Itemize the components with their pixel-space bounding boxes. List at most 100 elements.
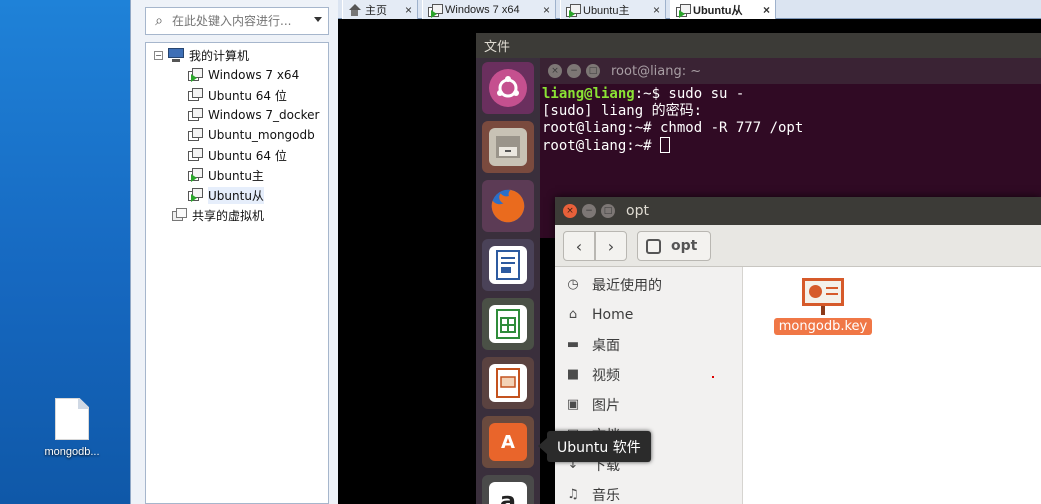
spreadsheet-icon [489, 305, 527, 343]
windows-desktop: mongodb... [0, 0, 130, 504]
tree-node-label: Ubuntu从 [208, 186, 264, 204]
close-icon[interactable]: × [645, 3, 660, 17]
tree-node-vm-selected[interactable]: Ubuntu从 [188, 185, 264, 205]
place-label: 音乐 [592, 488, 620, 504]
tree-node-vm[interactable]: Windows 7_docker [188, 105, 319, 125]
desktop-file-mongodb[interactable]: mongodb... [36, 398, 108, 458]
tab-label: 主页 [365, 4, 387, 17]
home-icon [348, 3, 361, 16]
place-label: 最近使用的 [592, 278, 662, 294]
tree-node-vm[interactable]: Ubuntu 64 位 [188, 145, 287, 165]
minimize-icon[interactable]: − [582, 204, 596, 218]
launcher-calc[interactable] [482, 298, 534, 350]
place-desktop[interactable]: ▬ 桌面 [565, 333, 620, 357]
tab-ubuntu-master[interactable]: Ubuntu主 × [560, 0, 666, 19]
library-search-box[interactable]: ⌕ [145, 7, 329, 35]
tab-ubuntu-slave[interactable]: Ubuntu从 × [670, 0, 776, 19]
vm-icon [428, 3, 443, 18]
close-icon[interactable]: × [535, 3, 550, 17]
file-cabinet-icon [489, 128, 527, 166]
file-manager-toolbar: ‹ › opt [555, 225, 1041, 267]
menu-file[interactable]: 文件 [484, 36, 510, 55]
tab-label: Windows 7 x64 [445, 3, 520, 16]
terminal-titlebar[interactable]: × − □ root@liang: ~ [540, 58, 1041, 84]
tree-node-label: Windows 7 x64 [208, 68, 300, 82]
file-item-mongodb-key[interactable]: mongodb.key [768, 275, 878, 335]
tree-node-vm[interactable]: Ubuntu主 [188, 165, 264, 185]
tree-node-shared[interactable]: 共享的虚拟机 [172, 205, 264, 225]
tab-home[interactable]: 主页 × [342, 0, 418, 19]
place-pictures[interactable]: ▣ 图片 [565, 393, 620, 417]
video-icon: ■ [566, 367, 580, 382]
path-bar-button[interactable]: opt [637, 231, 711, 261]
close-icon[interactable]: × [548, 64, 562, 78]
clock-icon: ◷ [567, 277, 579, 292]
launcher-tooltip: Ubuntu 软件 [538, 431, 651, 462]
terminal-line: [sudo] liang 的密码: [542, 103, 703, 119]
key-file-icon [800, 275, 846, 315]
chevron-left-icon: ‹ [575, 236, 583, 256]
vm-running-icon [188, 188, 203, 202]
vm-icon [566, 3, 581, 18]
file-view[interactable]: mongodb.key [743, 267, 1041, 504]
close-icon[interactable]: × [397, 3, 412, 17]
launcher-files[interactable] [482, 121, 534, 173]
terminal-title: root@liang: ~ [611, 63, 702, 79]
collapse-icon[interactable]: − [154, 50, 163, 60]
tree-node-label: Ubuntu主 [208, 168, 264, 183]
tree-node-vm[interactable]: Windows 7 x64 [188, 65, 299, 85]
search-icon: ⌕ [155, 13, 163, 29]
vm-icon [188, 148, 203, 162]
library-search-input[interactable] [172, 14, 300, 28]
desktop-file-label: mongodb... [44, 446, 100, 458]
chevron-down-icon[interactable] [314, 17, 322, 22]
forward-button[interactable]: › [595, 231, 627, 261]
terminal-cursor [660, 137, 671, 153]
folder-icon: ▬ [566, 337, 580, 352]
close-icon[interactable]: × [563, 204, 577, 218]
close-icon[interactable]: × [755, 3, 770, 17]
firefox-icon [489, 187, 527, 225]
window-title: opt [626, 203, 649, 219]
vm-running-icon [188, 168, 203, 182]
place-home[interactable]: ⌂ Home [565, 303, 633, 327]
tree-node-my-computer[interactable]: − 我的计算机 [154, 45, 249, 65]
place-label: 视频 [592, 368, 620, 384]
minimize-icon[interactable]: − [567, 64, 581, 78]
tree-node-vm[interactable]: Ubuntu 64 位 [188, 85, 287, 105]
prompt-user: liang@liang [542, 86, 635, 102]
tree-node-label: Ubuntu_mongodb [208, 128, 315, 142]
path-label: opt [671, 238, 698, 254]
launcher-firefox[interactable] [482, 180, 534, 232]
place-recent[interactable]: ◷ 最近使用的 [565, 273, 662, 297]
maximize-icon[interactable]: □ [586, 64, 600, 78]
vm-running-icon [188, 68, 203, 82]
place-label: 图片 [592, 398, 620, 414]
terminal-output[interactable]: liang@liang:~$ sudo su - [sudo] liang 的密… [542, 86, 1037, 155]
back-button[interactable]: ‹ [563, 231, 595, 261]
launcher-software[interactable]: A [482, 416, 534, 468]
launcher-writer[interactable] [482, 239, 534, 291]
launcher-dash[interactable] [482, 62, 534, 114]
tab-label: Ubuntu主 [583, 4, 630, 17]
launcher-impress[interactable] [482, 357, 534, 409]
file-name-label: mongodb.key [773, 318, 873, 335]
maximize-icon[interactable]: □ [601, 204, 615, 218]
document-writer-icon [489, 246, 527, 284]
tab-label: Ubuntu从 [693, 4, 743, 17]
file-manager-titlebar[interactable]: × − □ opt [555, 197, 1041, 225]
amazon-icon: a [489, 482, 527, 504]
place-videos[interactable]: ■ 视频 [565, 363, 620, 387]
chevron-right-icon: › [607, 236, 615, 256]
launcher-amazon[interactable]: a [482, 475, 534, 504]
tree-node-label: Ubuntu 64 位 [208, 148, 287, 163]
vm-tab-bar: 主页 × Windows 7 x64 × Ubuntu主 × Ubuntu从 × [338, 0, 1041, 19]
library-tree: − 我的计算机 Windows 7 x64 Ubuntu 64 位 Window… [145, 42, 329, 504]
camera-icon: ▣ [566, 397, 580, 412]
tree-node-vm[interactable]: Ubuntu_mongodb [188, 125, 315, 145]
watermark: https://blog.csdn.net/qq_33643072 [833, 481, 1034, 496]
unity-launcher: A a [476, 58, 540, 504]
place-music[interactable]: ♫ 音乐 [565, 483, 620, 504]
shared-vm-icon [172, 208, 187, 222]
tab-windows7[interactable]: Windows 7 x64 × [422, 0, 556, 19]
